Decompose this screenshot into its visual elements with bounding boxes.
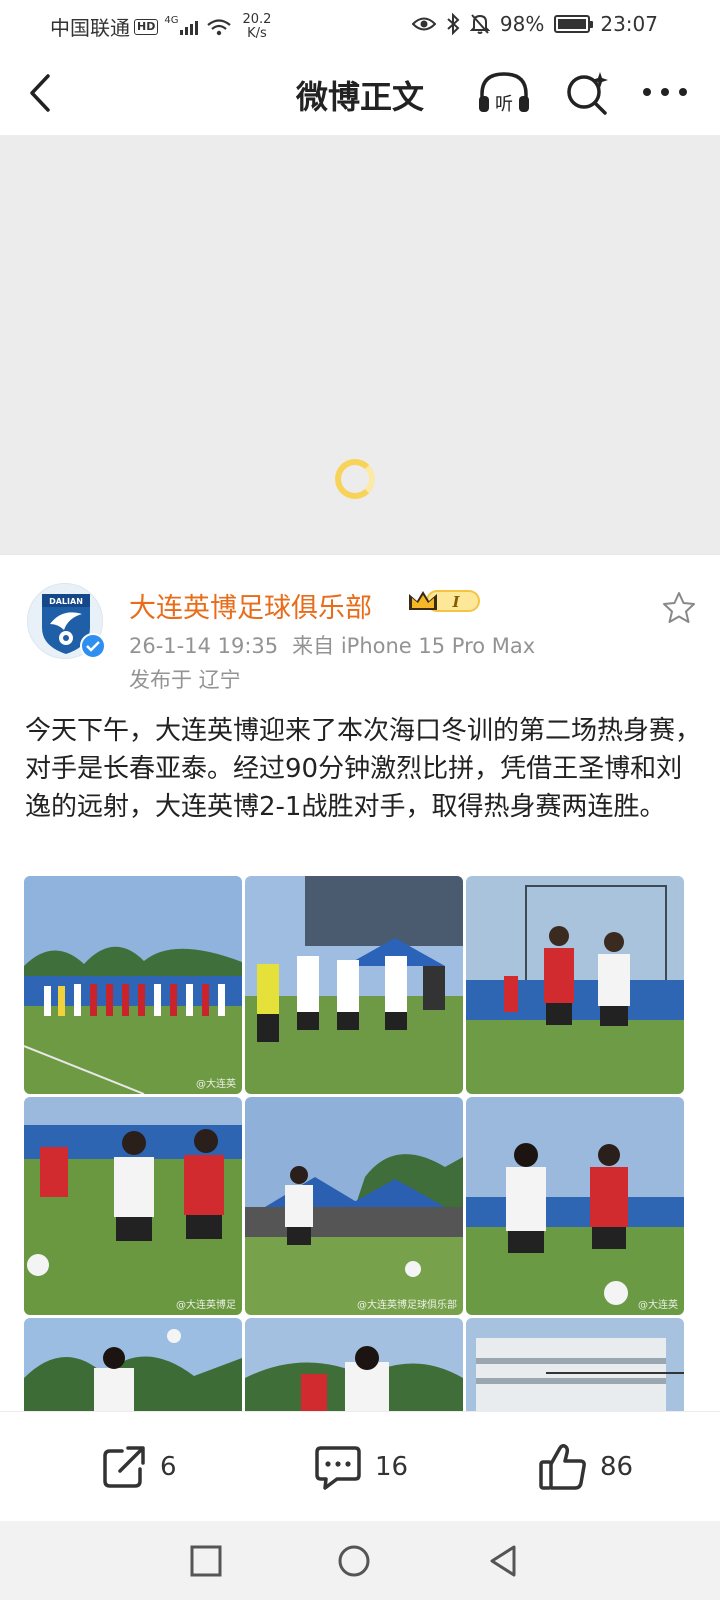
speed-value: 20.2 <box>242 11 272 27</box>
search-sparkle-icon[interactable] <box>563 68 611 118</box>
thumbs-up-icon <box>539 1443 586 1490</box>
clock: 23:07 <box>600 12 658 36</box>
photo-4[interactable]: @大连英博足 <box>24 1097 242 1315</box>
photo-7[interactable] <box>24 1318 242 1411</box>
mute-bell-icon <box>469 14 490 34</box>
post-date: 26-1-14 19:35 <box>129 634 279 658</box>
carrier-name: 中国联通 <box>50 16 130 40</box>
photo-9[interactable] <box>466 1318 684 1411</box>
wifi-icon <box>207 18 232 35</box>
speed-unit: K/s <box>247 25 267 41</box>
share-icon <box>103 1446 145 1488</box>
recent-apps-icon[interactable] <box>186 1541 226 1581</box>
post-source: 来自 iPhone 15 Pro Max <box>292 634 536 658</box>
photo-watermark: @大连英 <box>196 1079 236 1090</box>
comment-icon <box>315 1446 361 1490</box>
status-bar: 中国联通 HD 4G 20.2 K/s 98% 23:07 <box>0 0 720 50</box>
battery-fill <box>558 19 586 29</box>
like-button[interactable]: 86 <box>538 1442 633 1492</box>
hd-badge: HD <box>134 18 159 35</box>
photo-2[interactable] <box>245 876 463 1094</box>
action-bar: 6 16 86 <box>0 1411 720 1521</box>
member-level: I <box>451 593 460 611</box>
photo-3[interactable] <box>466 876 684 1094</box>
nav-bar: 微博正文 听 <box>0 50 720 136</box>
system-nav-bar <box>0 1521 720 1600</box>
comment-button[interactable]: 16 <box>313 1442 408 1492</box>
favorite-star-icon[interactable] <box>661 590 697 626</box>
listen-label: 听 <box>495 94 513 115</box>
post-location: 发布于 辽宁 <box>129 668 241 692</box>
battery-percent: 98% <box>499 12 545 36</box>
network-speed: 20.2 K/s <box>242 11 272 41</box>
network-type: 4G <box>164 15 179 26</box>
photo-6[interactable]: @大连英 <box>466 1097 684 1315</box>
listen-headphones-icon[interactable]: 听 <box>476 68 532 118</box>
author-name[interactable]: 大连英博足球俱乐部 <box>129 586 372 625</box>
photo-8[interactable] <box>245 1318 463 1411</box>
status-left: 中国联通 HD 4G 20.2 K/s <box>50 12 271 41</box>
like-count: 86 <box>600 1452 634 1482</box>
svg-text:DALIAN: DALIAN <box>49 597 83 606</box>
signal-icon <box>180 19 199 35</box>
status-right: 98% 23:07 <box>411 12 658 36</box>
page-title: 微博正文 <box>295 78 424 116</box>
more-icon[interactable] <box>640 74 690 110</box>
home-icon[interactable] <box>334 1541 374 1581</box>
share-count: 6 <box>160 1452 177 1482</box>
battery-icon <box>554 15 594 33</box>
loading-spinner-icon <box>335 459 375 499</box>
photo-watermark: @大连英博足球俱乐部 <box>357 1300 457 1311</box>
post-text: 今天下午，大连英博迎来了本次海口冬训的第二场热身赛，对手是长春亚泰。经过90分钟… <box>25 716 702 822</box>
comment-count: 16 <box>375 1452 409 1482</box>
back-nav-icon[interactable] <box>484 1541 524 1581</box>
photo-1[interactable]: @大连英 <box>24 876 242 1094</box>
photo-watermark: @大连英博足 <box>176 1300 236 1311</box>
eye-icon <box>411 17 436 31</box>
photo-5[interactable]: @大连英博足球俱乐部 <box>245 1097 463 1315</box>
photo-grid: @大连英 @大连英博足 @大连英博足球俱乐部 @大连英 <box>24 876 697 1411</box>
member-crown-badge-icon: I <box>409 590 480 612</box>
photo-watermark: @大连英 <box>638 1300 678 1311</box>
section-divider <box>0 554 720 555</box>
post-meta: 26-1-14 19:35 来自 iPhone 15 Pro Max <box>129 630 535 660</box>
bluetooth-icon <box>447 13 460 35</box>
share-button[interactable]: 6 <box>100 1442 177 1492</box>
verified-badge-icon <box>80 633 106 659</box>
